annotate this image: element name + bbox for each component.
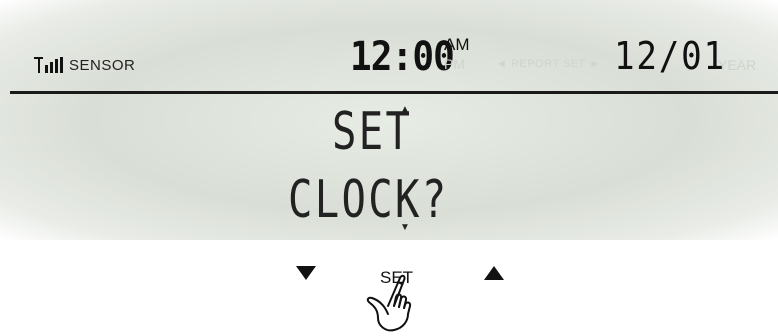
year-indicator: YEAR	[718, 57, 757, 73]
date-display: 12/01	[614, 34, 726, 78]
signal-strength-icon	[34, 57, 63, 73]
divider	[10, 91, 778, 94]
up-button[interactable]	[484, 266, 504, 280]
down-button[interactable]	[296, 266, 316, 280]
sensor-label: SENSOR	[69, 57, 136, 74]
display-line-2: CLOCK?	[288, 170, 449, 230]
blink-down-arrow-icon: ▼	[400, 222, 410, 233]
pointing-hand-icon	[366, 274, 412, 332]
lcd-screen: SENSOR 12:00 AM PM ◄ REPORT SET ► 12/01 …	[0, 0, 778, 240]
clock-time: 12:00	[350, 34, 455, 80]
status-bar: SENSOR 12:00 AM PM ◄ REPORT SET ► 12/01 …	[0, 0, 778, 92]
am-indicator: AM	[444, 35, 470, 54]
display-line-1: SET	[332, 102, 413, 162]
pm-indicator: PM	[444, 56, 465, 72]
report-set-indicator: ◄ REPORT SET ►	[496, 58, 601, 70]
